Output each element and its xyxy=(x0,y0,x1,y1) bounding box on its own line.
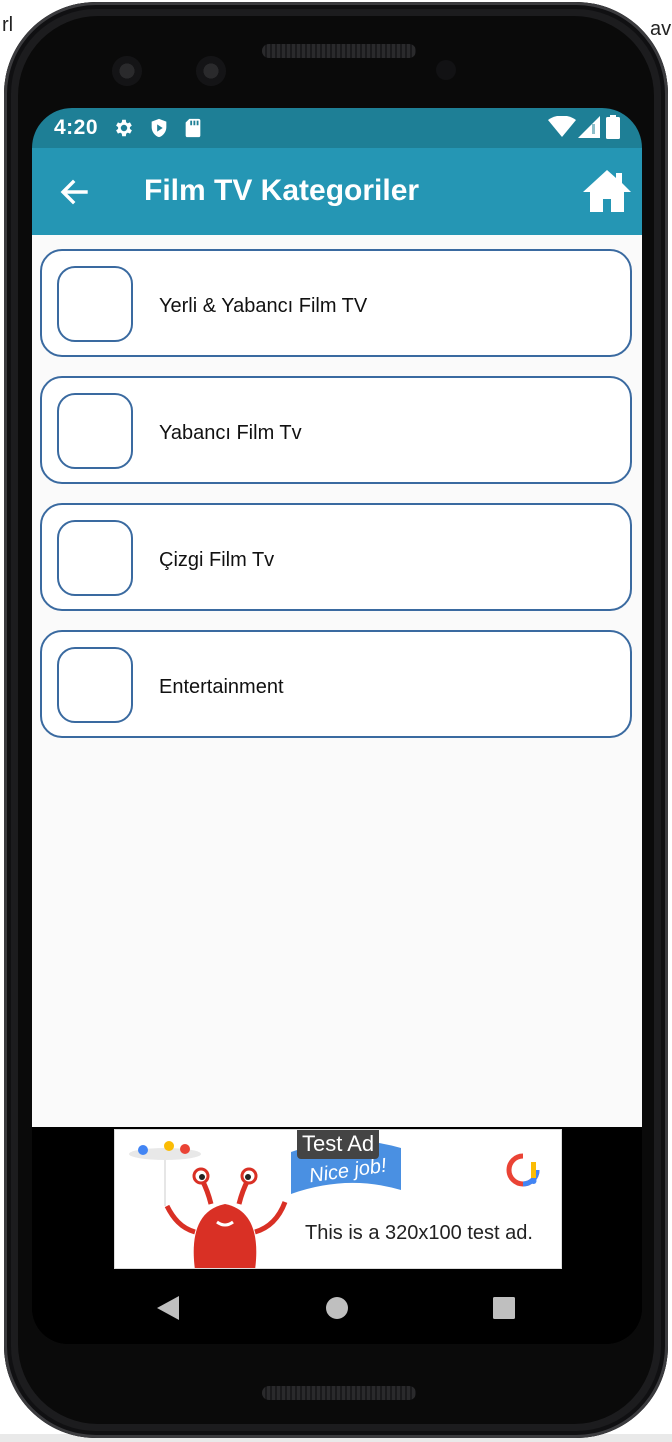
bottom-speaker xyxy=(262,1386,416,1400)
category-label: Yerli & Yabancı Film TV xyxy=(159,295,368,317)
wifi-icon xyxy=(548,116,576,137)
category-item[interactable]: Entertainment xyxy=(40,630,632,738)
category-label: Entertainment xyxy=(159,676,284,698)
background-text-right: av xyxy=(650,18,672,40)
app-bar: Film TV Kategoriler xyxy=(32,148,642,235)
category-item[interactable]: Çizgi Film Tv xyxy=(40,503,632,611)
signal-icon xyxy=(578,116,600,138)
category-thumbnail xyxy=(57,266,133,342)
status-bar: 4:20 xyxy=(32,108,642,148)
category-thumbnail xyxy=(57,520,133,596)
home-icon[interactable] xyxy=(582,168,632,214)
category-thumbnail xyxy=(57,647,133,723)
front-camera-left xyxy=(112,56,142,86)
test-ad-banner[interactable]: Nice job! Test Ad This is a 320x100 test… xyxy=(114,1129,562,1269)
test-ad-badge: Test Ad xyxy=(297,1130,380,1159)
ad-logo-icon xyxy=(506,1153,540,1187)
category-list: Yerli & Yabancı Film TV Yabancı Film Tv … xyxy=(32,235,642,1127)
page-title: Film TV Kategoriler xyxy=(144,174,420,207)
category-item[interactable]: Yabancı Film Tv xyxy=(40,376,632,484)
recents-square-icon[interactable] xyxy=(493,1297,515,1319)
ad-container: Nice job! Test Ad This is a 320x100 test… xyxy=(32,1127,642,1271)
background-text-left: rl xyxy=(2,14,14,36)
home-circle-icon[interactable] xyxy=(325,1296,349,1320)
device-screen: 4:20 Film TV Kategoriler Yerli & Yabancı… xyxy=(32,108,642,1344)
category-item[interactable]: Yerli & Yabancı Film TV xyxy=(40,249,632,357)
front-camera-right xyxy=(196,56,226,86)
ad-body-text: This is a 320x100 test ad. xyxy=(305,1222,533,1244)
ad-mascot-illustration xyxy=(129,1141,288,1268)
category-thumbnail xyxy=(57,393,133,469)
sd-card-icon xyxy=(185,118,201,138)
proximity-sensor xyxy=(436,60,456,80)
category-label: Çizgi Film Tv xyxy=(159,549,275,571)
category-label: Yabancı Film Tv xyxy=(159,422,302,444)
status-time: 4:20 xyxy=(54,116,99,139)
earpiece-speaker xyxy=(262,44,416,58)
back-triangle-icon[interactable] xyxy=(156,1295,180,1321)
shield-play-icon xyxy=(151,118,167,138)
back-arrow-icon[interactable] xyxy=(52,170,96,214)
battery-icon xyxy=(606,115,620,139)
system-nav-bar xyxy=(32,1271,642,1344)
settings-icon xyxy=(116,119,132,137)
